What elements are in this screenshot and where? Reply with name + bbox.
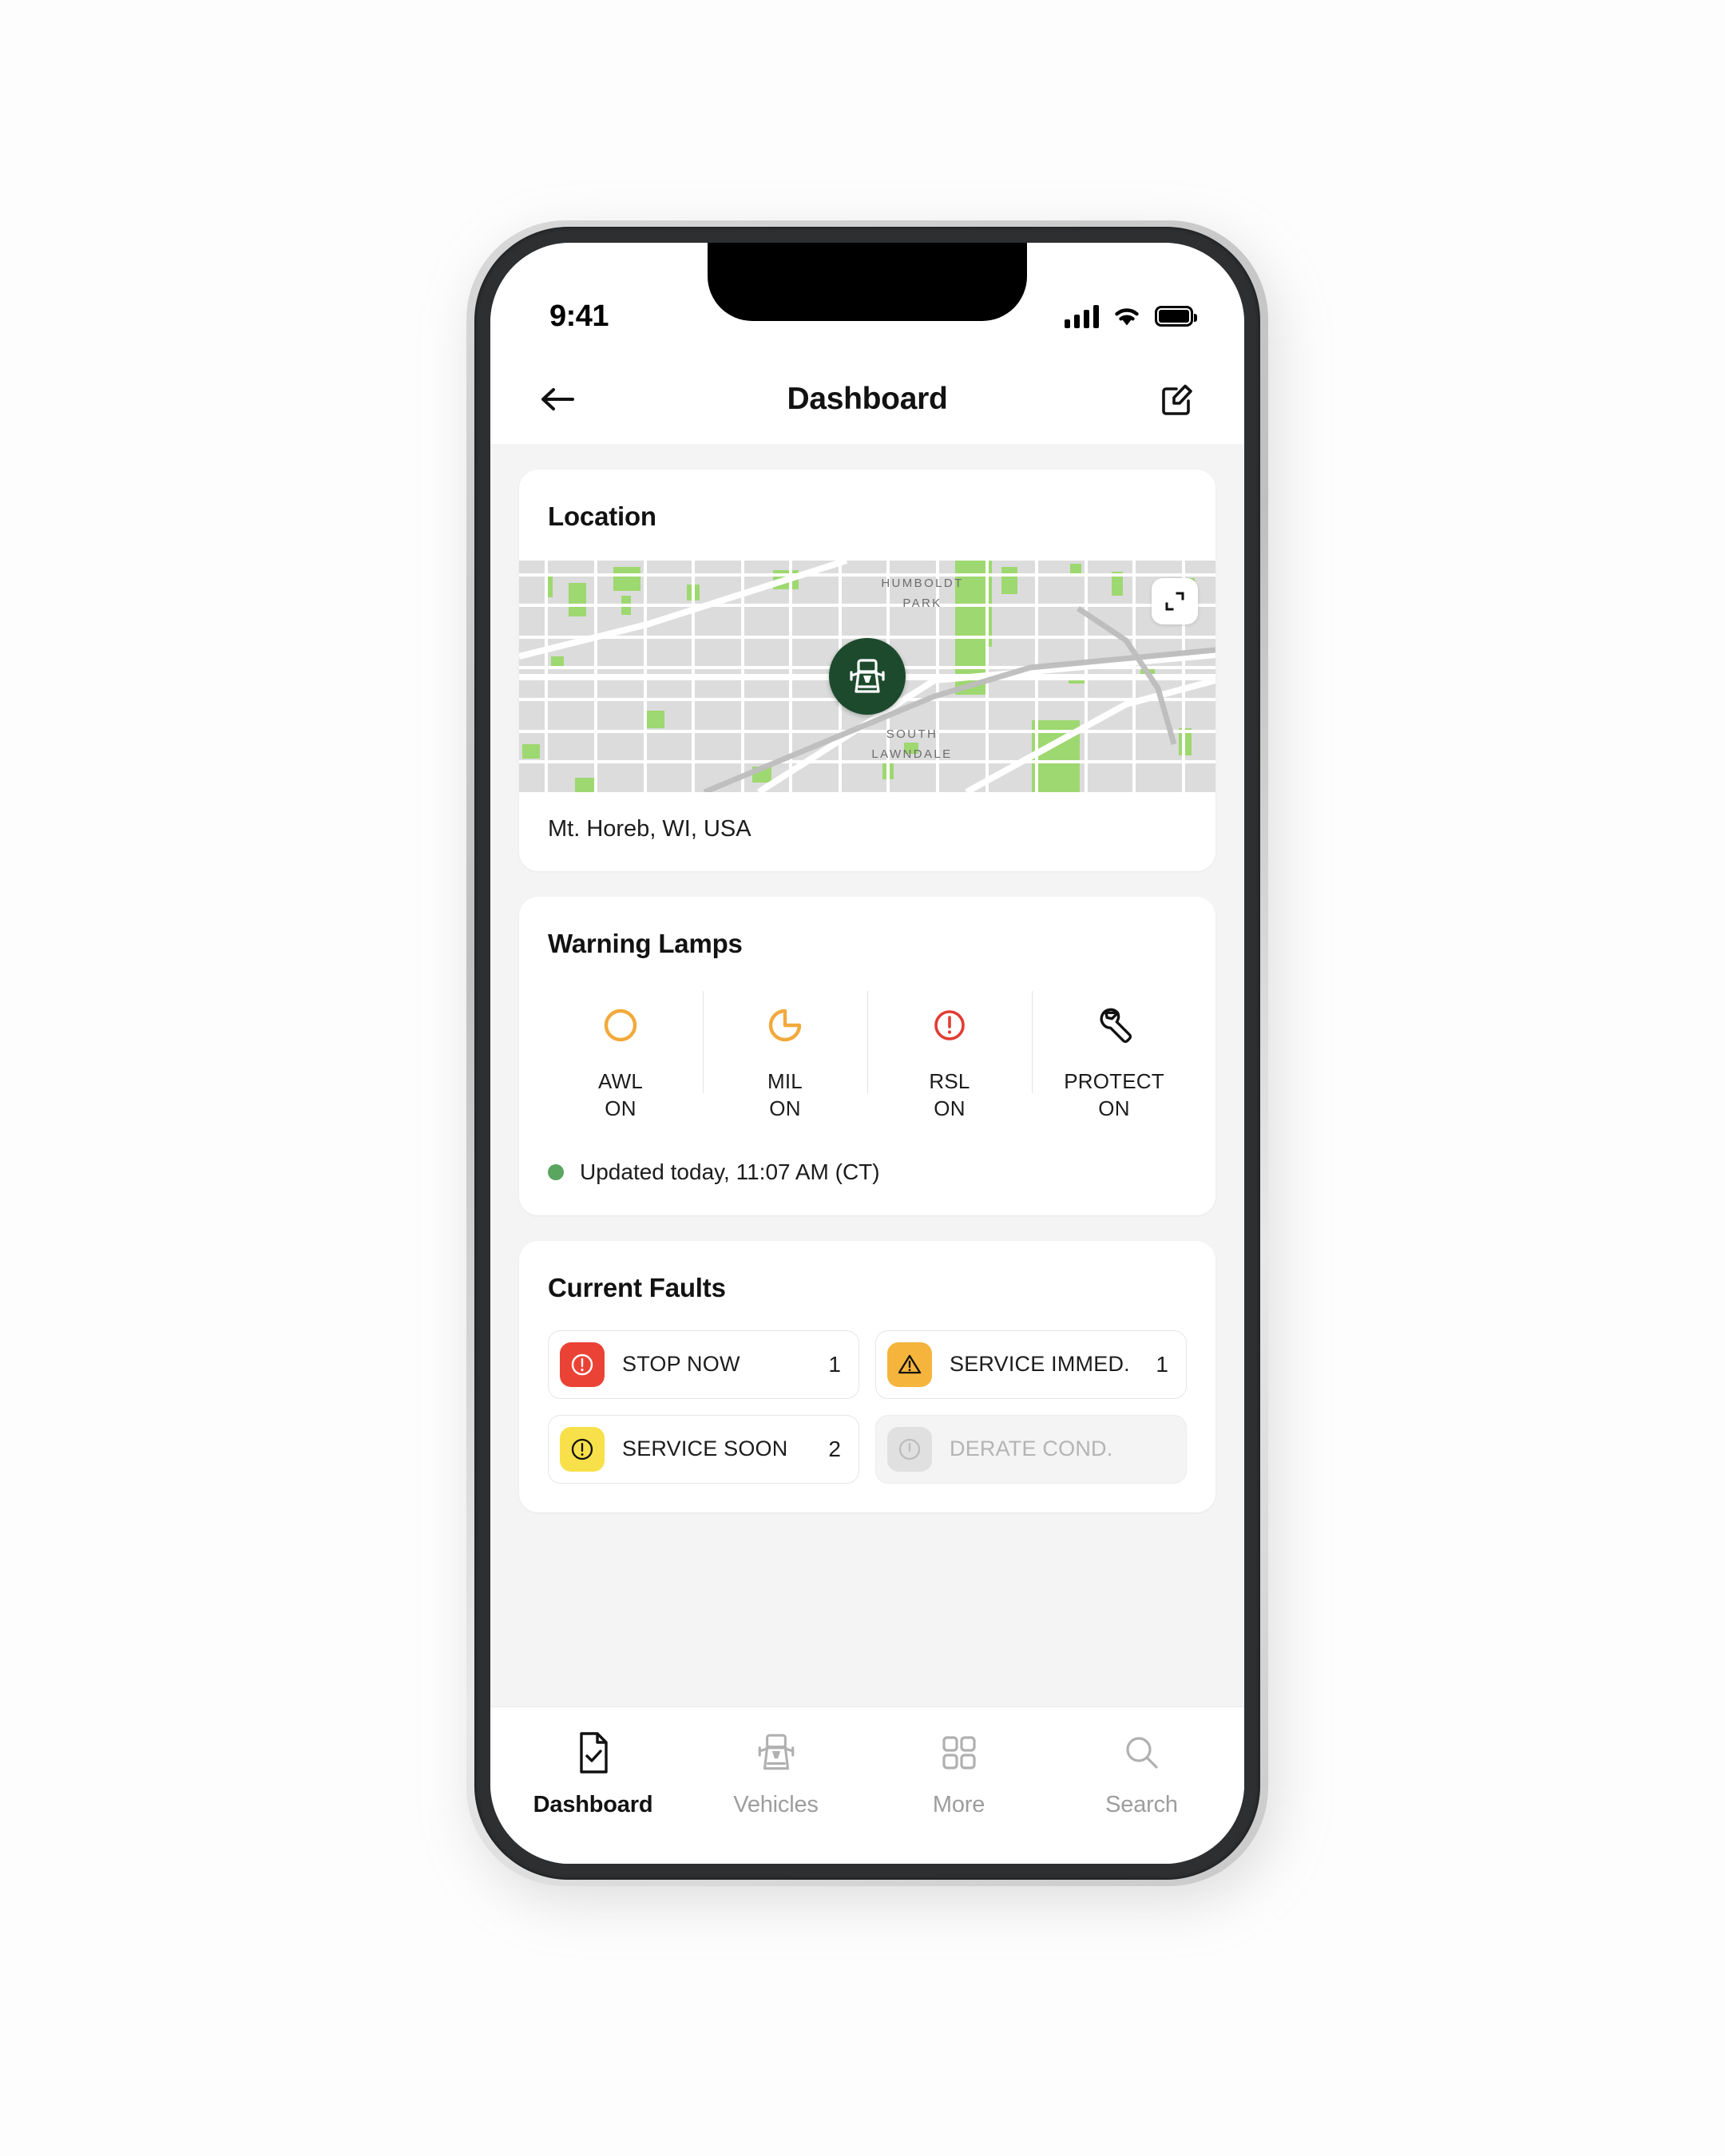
location-caption: Mt. Horeb, WI, USA: [548, 816, 751, 842]
fault-chip-stop-now[interactable]: STOP NOW 1: [548, 1330, 859, 1399]
warning-lamps-row: AWL ON MIL ON RSL ON PROTECT ON: [519, 959, 1215, 1123]
rsl-name: RSL: [929, 1069, 970, 1093]
fault-chip-derate-condition-label: DERATE COND.: [950, 1437, 1113, 1461]
battery-full-icon: [1155, 306, 1197, 327]
fault-chip-service-immediately-label: SERVICE IMMED.: [950, 1352, 1130, 1377]
warning-lamp-awl[interactable]: AWL ON: [538, 996, 703, 1123]
fault-chip-stop-now-label: STOP NOW: [622, 1352, 740, 1377]
fault-chip-service-immediately[interactable]: SERVICE IMMED. 1: [875, 1330, 1187, 1399]
fault-chip-service-soon-label: SERVICE SOON: [622, 1437, 788, 1461]
screenshot-canvas: 9:41 Dashboard Location HUMBOLDT PARK SO…: [0, 0, 1725, 2156]
phone-screen: 9:41 Dashboard Location HUMBOLDT PARK SO…: [490, 243, 1244, 1864]
edit-pencil-icon[interactable]: [1152, 374, 1203, 425]
search-icon: [1122, 1728, 1162, 1778]
current-faults-grid: STOP NOW 1 SERVICE IMMED. 1 SERVICE SOON…: [519, 1303, 1215, 1512]
home-indicator: [755, 1838, 979, 1846]
tab-search-label: Search: [1105, 1792, 1178, 1817]
device-notch: [708, 243, 1027, 321]
warning-lamp-mil-label: MIL ON: [767, 1068, 803, 1123]
map-label-humboldt-park-line1: HUMBOLDT: [881, 577, 963, 590]
service-immediately-icon: [887, 1342, 932, 1387]
warning-lamp-mil[interactable]: MIL ON: [703, 991, 867, 1123]
warning-lamp-rsl[interactable]: RSL ON: [867, 991, 1032, 1123]
warning-lamps-updated-row: Updated today, 11:07 AM (CT): [519, 1123, 1215, 1215]
fault-chip-derate-condition[interactable]: DERATE COND.: [875, 1414, 1187, 1484]
location-card-title: Location: [548, 501, 656, 531]
protect-state: ON: [1098, 1096, 1130, 1121]
map-label-humboldt-park-line2: PARK: [902, 596, 942, 610]
updated-timestamp: Updated today, 11:07 AM (CT): [580, 1159, 880, 1184]
fault-chip-service-immediately-count: 1: [1156, 1351, 1168, 1377]
mil-name: MIL: [767, 1069, 803, 1093]
truck-front-icon: [754, 1728, 799, 1778]
back-arrow-icon[interactable]: [532, 374, 583, 425]
fault-chip-service-soon[interactable]: SERVICE SOON 2: [548, 1414, 859, 1484]
bottom-tab-bar: Dashboard Vehicles More Search: [490, 1707, 1244, 1864]
tab-search[interactable]: Search: [1050, 1728, 1233, 1864]
cellular-signal-icon: [1065, 304, 1099, 328]
awl-name: AWL: [598, 1069, 643, 1093]
rsl-state: ON: [934, 1096, 966, 1121]
warning-lamp-rsl-label: RSL ON: [929, 1068, 970, 1123]
mil-state: ON: [769, 1096, 801, 1121]
truck-front-icon: [850, 659, 885, 693]
red-stop-lamp-icon: [929, 1001, 970, 1050]
vehicle-location-marker[interactable]: [829, 638, 906, 715]
fault-chip-stop-now-count: 1: [828, 1351, 841, 1377]
status-bar-clock: 9:41: [549, 299, 609, 333]
current-faults-card: Current Faults STOP NOW 1 SERVICE IMMED.…: [519, 1240, 1215, 1512]
location-card: Location HUMBOLDT PARK SOUTH LAWNDALE Mt…: [519, 470, 1215, 871]
warning-lamps-title: Warning Lamps: [548, 929, 743, 958]
warning-lamp-awl-label: AWL ON: [598, 1068, 643, 1123]
awl-state: ON: [605, 1096, 636, 1121]
scroll-content[interactable]: Location HUMBOLDT PARK SOUTH LAWNDALE Mt…: [490, 444, 1244, 1864]
navigation-bar: Dashboard: [490, 355, 1244, 444]
status-bar-icons: [1065, 304, 1197, 328]
tab-dashboard-label: Dashboard: [533, 1792, 653, 1817]
status-dot-icon: [548, 1163, 564, 1180]
document-check-icon: [574, 1728, 613, 1778]
tab-more-label: More: [932, 1792, 985, 1817]
engine-malfunction-icon: [764, 1001, 806, 1050]
warning-lamps-card: Warning Lamps AWL ON MIL ON RSL ON PROTE…: [519, 897, 1215, 1215]
tab-vehicles-label: Vehicles: [733, 1792, 819, 1817]
grid-squares-icon: [939, 1728, 979, 1778]
map-label-south-lawndale-line2: LAWNDALE: [871, 747, 952, 761]
derate-condition-icon: [887, 1426, 932, 1472]
wifi-icon: [1115, 308, 1139, 326]
tab-dashboard[interactable]: Dashboard: [502, 1728, 684, 1864]
stop-now-icon: [560, 1342, 605, 1387]
map-view[interactable]: HUMBOLDT PARK SOUTH LAWNDALE: [519, 561, 1215, 792]
amber-warning-circle-icon: [600, 1001, 641, 1050]
warning-lamp-protect[interactable]: PROTECT ON: [1032, 991, 1196, 1123]
warning-lamp-protect-label: PROTECT ON: [1064, 1068, 1164, 1123]
protect-name: PROTECT: [1064, 1069, 1164, 1093]
map-label-south-lawndale-line1: SOUTH: [886, 727, 938, 741]
page-title: Dashboard: [787, 382, 948, 416]
service-soon-icon: [560, 1426, 605, 1472]
wrench-icon: [1093, 1001, 1135, 1050]
expand-map-icon[interactable]: [1152, 578, 1198, 624]
fault-chip-service-soon-count: 2: [828, 1436, 841, 1461]
current-faults-title: Current Faults: [548, 1272, 726, 1302]
